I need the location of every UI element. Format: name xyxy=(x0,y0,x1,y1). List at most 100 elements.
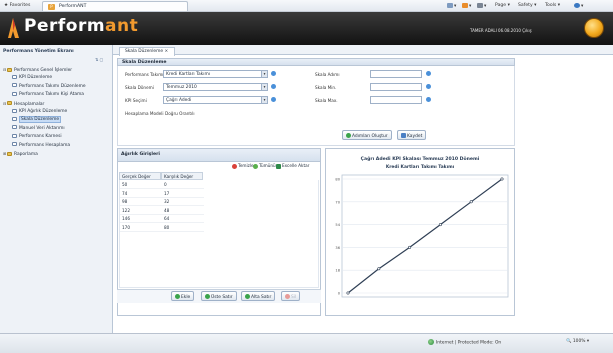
sidebar-item-label: Performans Takımı Kişi Atama xyxy=(19,92,84,98)
sidebar-item[interactable]: ⊞ Raporlama xyxy=(3,150,38,157)
folder-icon xyxy=(7,151,12,156)
period-label: Skala Dönemi xyxy=(125,85,154,90)
sidebar-item[interactable]: ⊟ Hesaplamalar xyxy=(3,100,44,107)
sidebar-item[interactable]: Performans Hesaplama xyxy=(12,142,70,149)
select-all-button[interactable]: Tümünü xyxy=(253,163,276,169)
help-icon[interactable] xyxy=(271,84,276,89)
safety-menu[interactable]: Safety ▾ xyxy=(518,3,536,8)
user-info[interactable]: TAMER ADALI 06.08.2010 Çıkış xyxy=(470,28,532,33)
brand-logo-icon xyxy=(8,18,19,38)
step-input[interactable] xyxy=(370,70,422,78)
globe-icon xyxy=(428,339,434,345)
help-icon[interactable] xyxy=(271,97,276,102)
table-cell[interactable]: 64 xyxy=(162,215,204,223)
add-icon xyxy=(205,294,210,299)
sidebar-item[interactable]: KPI Düzenleme xyxy=(12,74,52,81)
clear-icon xyxy=(232,163,237,169)
help-icon[interactable] xyxy=(426,71,431,76)
min-input[interactable] xyxy=(370,83,422,91)
team-select[interactable]: Kredi Kartları Takımı ▾ xyxy=(163,70,268,78)
help-icon[interactable] xyxy=(426,97,431,102)
data-point xyxy=(346,291,350,295)
sidebar-item-label: KPI Ağırlık Düzenleme xyxy=(19,109,68,114)
help-icon[interactable] xyxy=(271,71,276,76)
insert-above-button[interactable]: Üste Satır xyxy=(201,291,237,301)
sidebar-item[interactable]: Performans Takımı Kişi Atama xyxy=(12,91,84,98)
sidebar-item[interactable]: ⊟ Performans Genel İşlemler xyxy=(3,66,72,73)
page-icon xyxy=(12,142,17,147)
help-icon[interactable]: ▾ xyxy=(574,3,583,9)
sidebar-item[interactable]: Performans Takımı Düzenleme xyxy=(12,83,86,90)
create-steps-button[interactable]: Adımları Oluştur xyxy=(342,130,392,140)
help-icon[interactable] xyxy=(426,84,431,89)
chart-title: Çağrı Adedi KPI Skalası Temmuz 2010 Döne… xyxy=(361,156,480,162)
sidebar-item-label: Performans Karnesi xyxy=(19,134,62,140)
tools-menu[interactable]: Tools ▾ xyxy=(545,3,560,8)
home-icon[interactable]: ▾ xyxy=(447,3,456,9)
sidebar-tools[interactable]: ⇅ ▢ xyxy=(95,57,103,62)
folder-icon xyxy=(7,67,12,72)
save-button[interactable]: Kaydet xyxy=(397,130,427,140)
table-cell[interactable]: 74 xyxy=(120,190,162,198)
browser-tab[interactable]: P PerformANT xyxy=(42,1,188,11)
avatar[interactable] xyxy=(584,18,604,38)
team-label: Performans Takımı xyxy=(125,72,164,77)
period-select[interactable]: Temmuz 2010 ▾ xyxy=(163,83,268,91)
add-icon xyxy=(175,294,180,299)
page-icon xyxy=(12,108,17,113)
sidebar-item[interactable]: Skala Düzenleme xyxy=(12,116,62,124)
table-cell[interactable]: 32 xyxy=(162,198,204,206)
table-cell[interactable]: 122 xyxy=(120,207,162,215)
feeds-icon[interactable]: ▾ xyxy=(462,3,471,9)
sidebar-item[interactable]: Manuel Veri Aktarımı xyxy=(12,125,65,132)
table-cell[interactable]: 50 xyxy=(120,181,162,189)
chart-subtitle: Kredi Kartları Takımı Takımı xyxy=(386,164,455,170)
sidebar-item-label: Skala Düzenleme xyxy=(19,116,62,124)
page-icon xyxy=(12,83,17,88)
max-input[interactable] xyxy=(370,96,422,104)
sidebar-item-label: Manuel Veri Aktarımı xyxy=(19,125,65,131)
table-cell[interactable]: 0 xyxy=(162,181,204,189)
zoom-level[interactable]: 🔍 100% ▾ xyxy=(566,339,589,344)
brand-accent: ant xyxy=(105,16,139,36)
favorites-button[interactable]: ★ Favorites xyxy=(4,3,30,8)
print-icon[interactable]: ▾ xyxy=(477,3,486,9)
column-header-actual[interactable]: Gerçek Değer xyxy=(119,172,161,180)
table-cell[interactable]: 146 xyxy=(120,215,162,223)
page-icon xyxy=(12,133,17,138)
chart-ticks: 80 70 54 36 18 0 xyxy=(335,178,340,296)
data-point xyxy=(408,245,412,249)
sidebar-item[interactable]: KPI Ağırlık Düzenleme xyxy=(12,108,67,115)
security-zone[interactable]: Internet | Protected Mode: On xyxy=(428,339,501,346)
y-tick-label: 70 xyxy=(335,200,340,204)
table-cell[interactable]: 98 xyxy=(120,198,162,206)
export-excel-button[interactable]: Excelle Aktar xyxy=(276,163,309,169)
sidebar-item-label: KPI Düzenleme xyxy=(19,75,53,81)
table-cell[interactable]: 17 xyxy=(162,190,204,198)
form-area xyxy=(117,66,515,146)
brand-name: Performant xyxy=(24,16,138,36)
tab-skala-duzenleme[interactable]: Skala Düzenleme × xyxy=(119,47,176,56)
y-tick-label: 36 xyxy=(335,246,340,250)
table-cell[interactable]: 48 xyxy=(162,207,204,215)
table-cell[interactable]: 80 xyxy=(162,224,204,232)
model-value: Doğru Orantılı xyxy=(165,111,195,116)
chevron-down-icon[interactable]: ▾ xyxy=(261,84,267,90)
clear-button[interactable]: Temizle xyxy=(232,163,254,169)
table-cell[interactable]: 170 xyxy=(120,224,162,232)
page-menu[interactable]: Page ▾ xyxy=(495,3,510,8)
weights-panel-title: Ağırlık Girişleri xyxy=(121,152,160,157)
excel-icon xyxy=(276,163,281,169)
sidebar-title: Performans Yönetim Ekranı xyxy=(3,49,74,54)
column-header-score[interactable]: Karşılık Değer xyxy=(161,172,203,180)
chevron-down-icon[interactable]: ▾ xyxy=(261,97,267,103)
delete-row-button[interactable]: Sil xyxy=(281,291,301,301)
insert-below-button[interactable]: Alta Satır xyxy=(241,291,276,301)
add-row-button[interactable]: Ekle xyxy=(171,291,195,301)
max-label: Skala Max. xyxy=(315,98,338,103)
model-label: Hesaplama Modeli xyxy=(125,111,164,116)
sidebar-item[interactable]: Performans Karnesi xyxy=(12,133,62,140)
page-icon xyxy=(12,74,17,79)
kpi-select[interactable]: Çağrı Adedi ▾ xyxy=(163,96,268,104)
chevron-down-icon[interactable]: ▾ xyxy=(261,71,267,77)
